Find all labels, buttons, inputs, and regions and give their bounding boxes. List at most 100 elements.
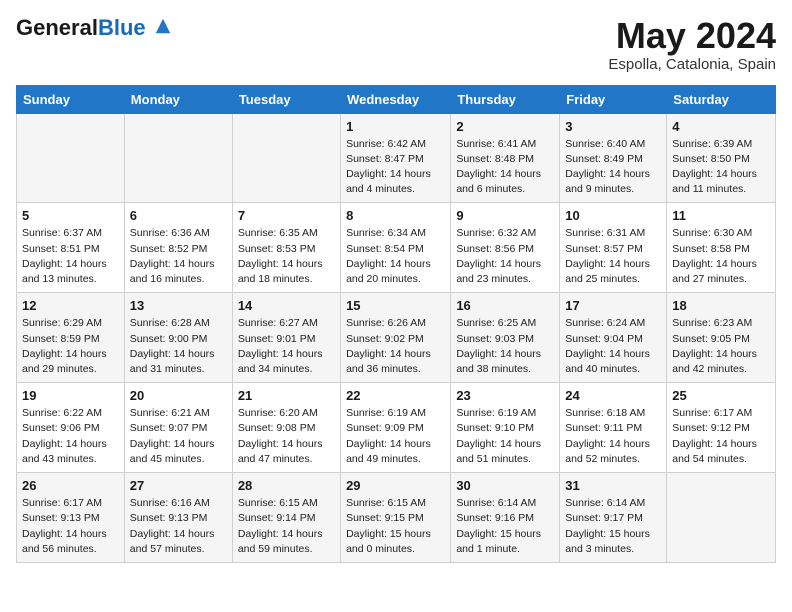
day-info: Sunrise: 6:24 AM Sunset: 9:04 PM Dayligh… <box>565 316 661 377</box>
month-title: May 2024 <box>608 16 776 56</box>
calendar-cell: 24 Sunrise: 6:18 AM Sunset: 9:11 PM Dayli… <box>560 383 667 473</box>
day-number: 4 <box>672 119 770 134</box>
day-info: Sunrise: 6:40 AM Sunset: 8:49 PM Dayligh… <box>565 137 661 198</box>
day-number: 28 <box>238 478 335 493</box>
day-info: Sunrise: 6:17 AM Sunset: 9:12 PM Dayligh… <box>672 406 770 467</box>
calendar-cell: 26 Sunrise: 6:17 AM Sunset: 9:13 PM Dayli… <box>17 473 125 563</box>
day-number: 24 <box>565 388 661 403</box>
day-number: 14 <box>238 298 335 313</box>
calendar-row: 1Sunrise: 6:42 AM Sunset: 8:47 PM Daylig… <box>17 113 776 203</box>
day-number: 25 <box>672 388 770 403</box>
day-info: Sunrise: 6:15 AM Sunset: 9:15 PM Dayligh… <box>346 496 445 557</box>
day-info: Sunrise: 6:26 AM Sunset: 9:02 PM Dayligh… <box>346 316 445 377</box>
day-number: 2 <box>456 119 554 134</box>
calendar-cell: 19 Sunrise: 6:22 AM Sunset: 9:06 PM Dayli… <box>17 383 125 473</box>
day-number: 3 <box>565 119 661 134</box>
day-info: Sunrise: 6:18 AM Sunset: 9:11 PM Dayligh… <box>565 406 661 467</box>
day-number: 8 <box>346 208 445 223</box>
logo-general: General <box>16 15 98 40</box>
day-info: Sunrise: 6:35 AM Sunset: 8:53 PM Dayligh… <box>238 226 335 287</box>
weekday-header: Friday <box>560 85 667 113</box>
day-info: Sunrise: 6:41 AM Sunset: 8:48 PM Dayligh… <box>456 137 554 198</box>
location: Espolla, Catalonia, Spain <box>608 56 776 73</box>
calendar-row: 12Sunrise: 6:29 AM Sunset: 8:59 PM Dayli… <box>17 293 776 383</box>
calendar-cell: 10Sunrise: 6:31 AM Sunset: 8:57 PM Dayli… <box>560 203 667 293</box>
weekday-header: Sunday <box>17 85 125 113</box>
calendar-cell <box>667 473 776 563</box>
day-info: Sunrise: 6:14 AM Sunset: 9:17 PM Dayligh… <box>565 496 661 557</box>
calendar-cell: 21 Sunrise: 6:20 AM Sunset: 9:08 PM Dayli… <box>232 383 340 473</box>
calendar-table: SundayMondayTuesdayWednesdayThursdayFrid… <box>16 85 776 563</box>
calendar-body: 1Sunrise: 6:42 AM Sunset: 8:47 PM Daylig… <box>17 113 776 562</box>
page-header: GeneralBlue May 2024 Espolla, Catalonia,… <box>16 16 776 73</box>
day-info: Sunrise: 6:39 AM Sunset: 8:50 PM Dayligh… <box>672 137 770 198</box>
calendar-cell: 13Sunrise: 6:28 AM Sunset: 9:00 PM Dayli… <box>124 293 232 383</box>
day-number: 31 <box>565 478 661 493</box>
day-number: 26 <box>22 478 119 493</box>
day-number: 11 <box>672 208 770 223</box>
day-number: 19 <box>22 388 119 403</box>
calendar-cell: 22Sunrise: 6:19 AM Sunset: 9:09 PM Dayli… <box>341 383 451 473</box>
calendar-row: 19 Sunrise: 6:22 AM Sunset: 9:06 PM Dayli… <box>17 383 776 473</box>
calendar-cell: 1Sunrise: 6:42 AM Sunset: 8:47 PM Daylig… <box>341 113 451 203</box>
calendar-cell: 6Sunrise: 6:36 AM Sunset: 8:52 PM Daylig… <box>124 203 232 293</box>
calendar-cell: 28 Sunrise: 6:15 AM Sunset: 9:14 PM Dayli… <box>232 473 340 563</box>
weekday-header: Thursday <box>451 85 560 113</box>
calendar-cell <box>124 113 232 203</box>
logo-icon <box>154 17 172 35</box>
day-number: 23 <box>456 388 554 403</box>
day-info: Sunrise: 6:23 AM Sunset: 9:05 PM Dayligh… <box>672 316 770 377</box>
calendar-cell: 8Sunrise: 6:34 AM Sunset: 8:54 PM Daylig… <box>341 203 451 293</box>
calendar-cell: 9 Sunrise: 6:32 AM Sunset: 8:56 PM Daylig… <box>451 203 560 293</box>
calendar-cell: 7Sunrise: 6:35 AM Sunset: 8:53 PM Daylig… <box>232 203 340 293</box>
calendar-cell: 16 Sunrise: 6:25 AM Sunset: 9:03 PM Dayli… <box>451 293 560 383</box>
calendar-header: SundayMondayTuesdayWednesdayThursdayFrid… <box>17 85 776 113</box>
day-number: 13 <box>130 298 227 313</box>
day-info: Sunrise: 6:25 AM Sunset: 9:03 PM Dayligh… <box>456 316 554 377</box>
calendar-cell: 5Sunrise: 6:37 AM Sunset: 8:51 PM Daylig… <box>17 203 125 293</box>
day-number: 17 <box>565 298 661 313</box>
calendar-cell <box>232 113 340 203</box>
day-number: 15 <box>346 298 445 313</box>
calendar-cell: 18 Sunrise: 6:23 AM Sunset: 9:05 PM Dayli… <box>667 293 776 383</box>
logo-blue: Blue <box>98 15 146 40</box>
day-number: 18 <box>672 298 770 313</box>
day-number: 1 <box>346 119 445 134</box>
day-number: 27 <box>130 478 227 493</box>
calendar-cell: 17 Sunrise: 6:24 AM Sunset: 9:04 PM Dayli… <box>560 293 667 383</box>
day-number: 22 <box>346 388 445 403</box>
day-info: Sunrise: 6:27 AM Sunset: 9:01 PM Dayligh… <box>238 316 335 377</box>
day-number: 16 <box>456 298 554 313</box>
calendar-cell: 25 Sunrise: 6:17 AM Sunset: 9:12 PM Dayli… <box>667 383 776 473</box>
day-info: Sunrise: 6:19 AM Sunset: 9:10 PM Dayligh… <box>456 406 554 467</box>
calendar-cell: 14 Sunrise: 6:27 AM Sunset: 9:01 PM Dayli… <box>232 293 340 383</box>
day-info: Sunrise: 6:29 AM Sunset: 8:59 PM Dayligh… <box>22 316 119 377</box>
day-info: Sunrise: 6:36 AM Sunset: 8:52 PM Dayligh… <box>130 226 227 287</box>
weekday-header: Tuesday <box>232 85 340 113</box>
day-number: 21 <box>238 388 335 403</box>
calendar-cell: 23 Sunrise: 6:19 AM Sunset: 9:10 PM Dayli… <box>451 383 560 473</box>
weekday-header: Saturday <box>667 85 776 113</box>
day-number: 30 <box>456 478 554 493</box>
day-info: Sunrise: 6:22 AM Sunset: 9:06 PM Dayligh… <box>22 406 119 467</box>
day-info: Sunrise: 6:15 AM Sunset: 9:14 PM Dayligh… <box>238 496 335 557</box>
calendar-cell: 20 Sunrise: 6:21 AM Sunset: 9:07 PM Dayli… <box>124 383 232 473</box>
day-info: Sunrise: 6:20 AM Sunset: 9:08 PM Dayligh… <box>238 406 335 467</box>
day-number: 20 <box>130 388 227 403</box>
weekday-header-row: SundayMondayTuesdayWednesdayThursdayFrid… <box>17 85 776 113</box>
day-info: Sunrise: 6:21 AM Sunset: 9:07 PM Dayligh… <box>130 406 227 467</box>
day-info: Sunrise: 6:30 AM Sunset: 8:58 PM Dayligh… <box>672 226 770 287</box>
calendar-cell: 27Sunrise: 6:16 AM Sunset: 9:13 PM Dayli… <box>124 473 232 563</box>
calendar-row: 5Sunrise: 6:37 AM Sunset: 8:51 PM Daylig… <box>17 203 776 293</box>
day-number: 5 <box>22 208 119 223</box>
calendar-cell: 15 Sunrise: 6:26 AM Sunset: 9:02 PM Dayli… <box>341 293 451 383</box>
calendar-cell: 2 Sunrise: 6:41 AM Sunset: 8:48 PM Daylig… <box>451 113 560 203</box>
day-info: Sunrise: 6:32 AM Sunset: 8:56 PM Dayligh… <box>456 226 554 287</box>
calendar-cell: 31 Sunrise: 6:14 AM Sunset: 9:17 PM Dayli… <box>560 473 667 563</box>
day-info: Sunrise: 6:17 AM Sunset: 9:13 PM Dayligh… <box>22 496 119 557</box>
calendar-cell: 29 Sunrise: 6:15 AM Sunset: 9:15 PM Dayli… <box>341 473 451 563</box>
day-number: 29 <box>346 478 445 493</box>
day-number: 9 <box>456 208 554 223</box>
calendar-cell: 11 Sunrise: 6:30 AM Sunset: 8:58 PM Dayli… <box>667 203 776 293</box>
logo: GeneralBlue <box>16 16 172 40</box>
